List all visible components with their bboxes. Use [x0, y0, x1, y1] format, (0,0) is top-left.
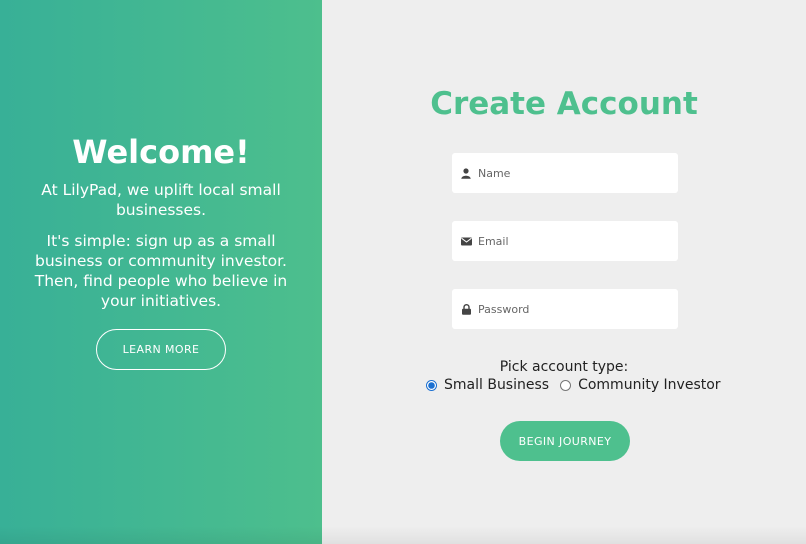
lock-icon — [460, 303, 472, 315]
envelope-icon — [460, 235, 472, 247]
user-icon — [460, 167, 472, 179]
begin-journey-button[interactable]: BEGIN JOURNEY — [500, 421, 630, 461]
name-input[interactable] — [478, 158, 668, 188]
email-field — [452, 221, 678, 261]
community-investor-radio[interactable] — [560, 379, 572, 391]
small-business-option[interactable]: Small Business — [426, 377, 549, 393]
account-type-label: Pick account type: — [499, 359, 629, 375]
welcome-title: Welcome! — [72, 133, 250, 171]
welcome-panel: Welcome! At LilyPad, we uplift local sma… — [0, 0, 322, 544]
small-business-label: Small Business — [444, 377, 550, 393]
create-account-panel: Create Account Pick account type: Small … — [322, 0, 806, 544]
password-field — [452, 289, 678, 329]
password-input[interactable] — [478, 294, 668, 324]
account-type-options: Small Business Community Investor — [426, 376, 721, 394]
welcome-description-text: It's simple: sign up as a small business… — [34, 232, 288, 310]
community-investor-option[interactable]: Community Investor — [560, 377, 721, 393]
learn-more-button[interactable]: LEARN MORE — [96, 329, 226, 370]
name-field — [452, 153, 678, 193]
community-investor-label: Community Investor — [578, 377, 721, 393]
email-input[interactable] — [478, 226, 668, 256]
form-title: Create Account — [430, 86, 698, 122]
welcome-intro-text: At LilyPad, we uplift local small busine… — [41, 181, 281, 219]
small-business-radio[interactable] — [426, 379, 437, 391]
